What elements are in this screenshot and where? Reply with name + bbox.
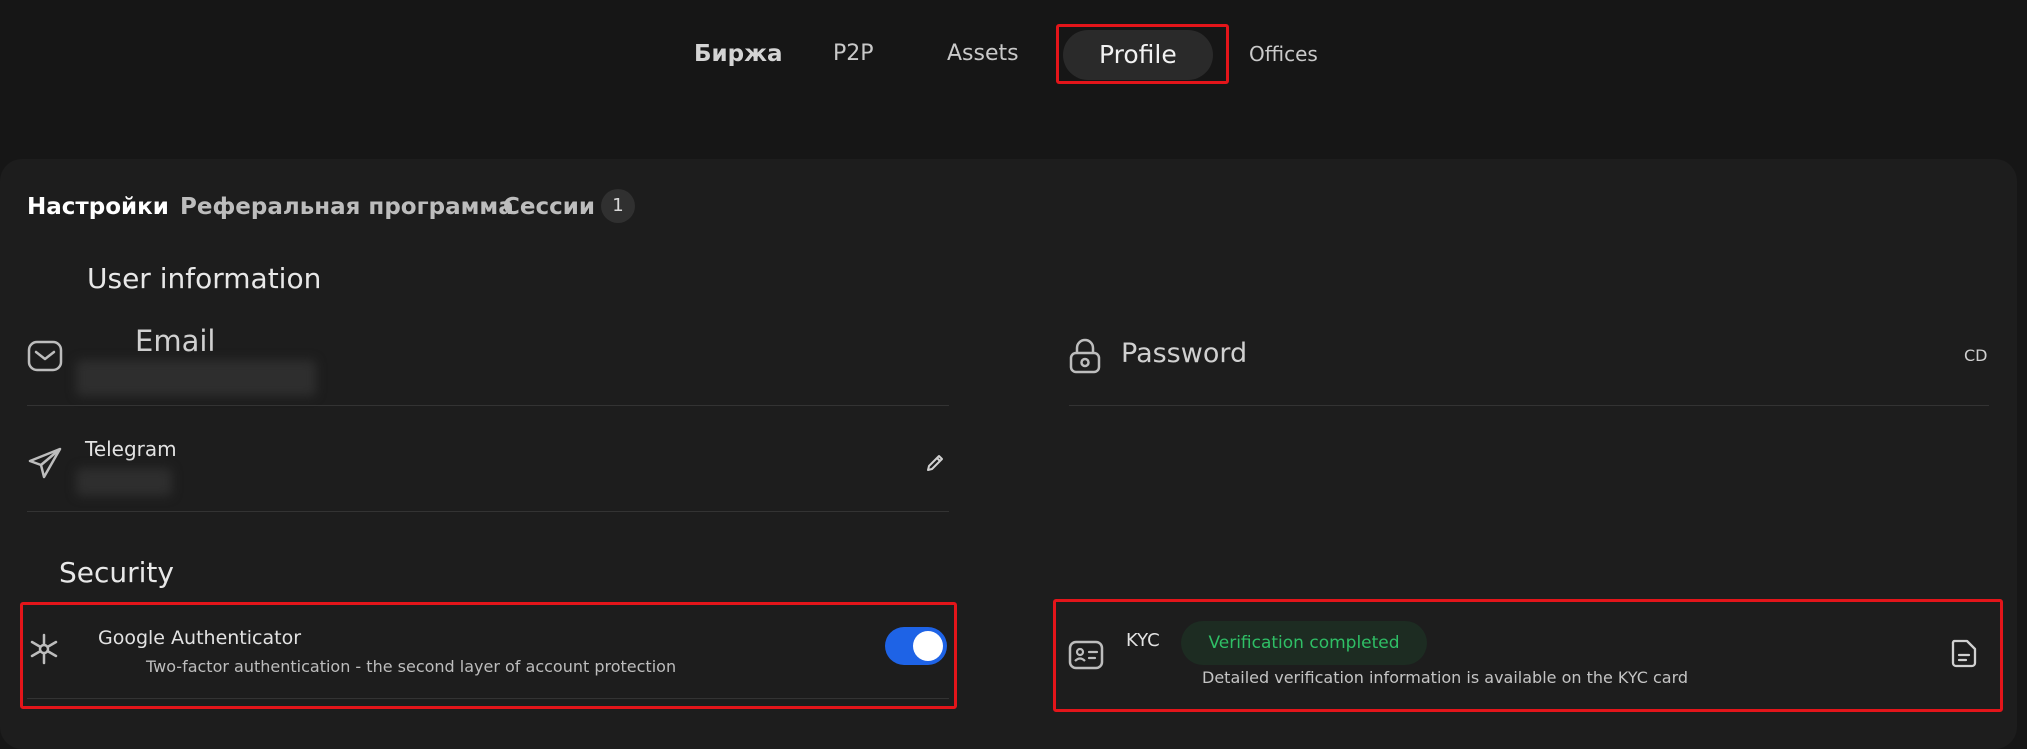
telegram-label: Telegram bbox=[85, 437, 177, 461]
password-label: Password bbox=[1121, 338, 1248, 369]
nav-p2p[interactable]: P2P bbox=[833, 36, 874, 72]
tab-settings[interactable]: Настройки bbox=[27, 190, 169, 224]
divider bbox=[27, 405, 949, 406]
edit-pencil-icon[interactable] bbox=[925, 453, 945, 473]
highlight-profile-tab bbox=[1056, 24, 1229, 84]
top-navigation: Биржа P2P Assets Profile Offices bbox=[0, 0, 2027, 110]
password-change-button[interactable]: CD bbox=[1964, 346, 1988, 365]
nav-exchange[interactable]: Биржа bbox=[694, 36, 783, 72]
telegram-value-redacted bbox=[76, 468, 172, 496]
telegram-icon bbox=[27, 446, 63, 480]
email-icon bbox=[27, 340, 63, 372]
security-title: Security bbox=[59, 556, 174, 589]
email-label: Email bbox=[135, 324, 216, 358]
divider bbox=[27, 511, 949, 512]
nav-offices[interactable]: Offices bbox=[1249, 36, 1318, 72]
user-information-title: User information bbox=[87, 262, 322, 295]
lock-icon bbox=[1068, 338, 1102, 374]
divider bbox=[1069, 405, 1989, 406]
highlight-google-authenticator bbox=[20, 602, 957, 709]
sessions-count-badge: 1 bbox=[601, 189, 635, 223]
tab-referral-program[interactable]: Реферальная программа bbox=[180, 190, 514, 224]
highlight-kyc bbox=[1053, 599, 2003, 712]
nav-assets[interactable]: Assets bbox=[947, 36, 1019, 72]
tab-sessions[interactable]: Сессии bbox=[503, 190, 595, 224]
email-value-redacted bbox=[76, 360, 316, 396]
